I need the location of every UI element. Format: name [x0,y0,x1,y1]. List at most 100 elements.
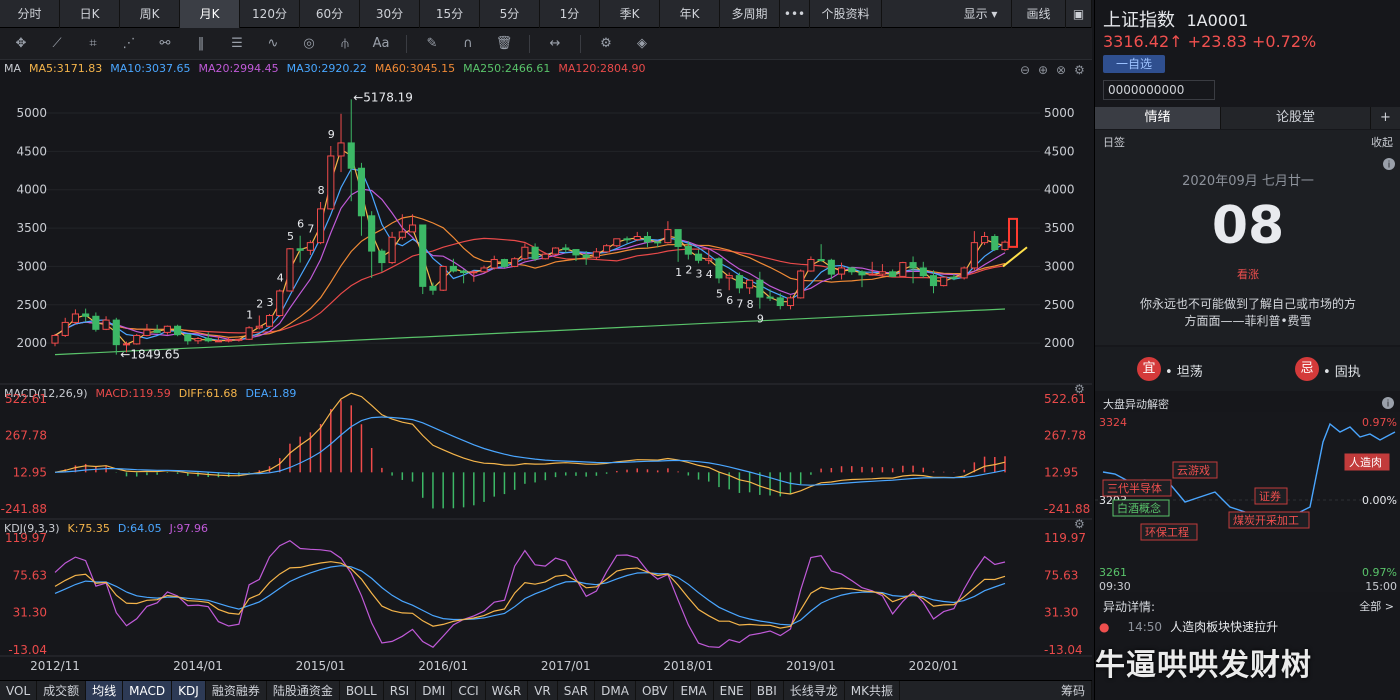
event-row[interactable]: ● 14:50 人造肉板块快速拉升 [1099,618,1278,635]
cycle-icon[interactable]: ◎ [298,33,320,55]
period-tab-1[interactable]: 日K [60,0,120,28]
candle-body [654,241,662,244]
line-tool-icon[interactable]: ⟋ [46,33,68,55]
indicator-tab-15[interactable]: OBV [636,681,675,700]
intraday-mini-chart[interactable]: 3324329332610.97%0.00%0.97%09:3015:00云游戏… [1095,412,1400,592]
period-tab-12[interactable]: 多周期 [720,0,780,28]
indicator-tab-17[interactable]: ENE [714,681,751,700]
candle-body [92,315,100,330]
indicator-tab-9[interactable]: DMI [416,681,453,700]
td-down-label: 5 [716,287,723,300]
price-tick-right: 2500 [1044,298,1075,312]
stock-price: 3316.42 [1103,32,1170,51]
vertical-lines-icon[interactable]: ‖ [190,33,212,55]
td-down-label: 8 [747,298,754,311]
view-all-link[interactable]: 全部 > [1359,598,1394,614]
tab-add-icon[interactable]: + [1371,107,1400,129]
ma60-line [54,215,1006,339]
indicator-tab-3[interactable]: MACD [123,681,173,700]
candle-body [848,267,856,273]
indicator-tab-16[interactable]: EMA [674,681,714,700]
period-tab-13[interactable]: ••• [780,0,810,28]
indicator-tab-12[interactable]: VR [528,681,558,700]
signal-marker [1008,217,1018,248]
info-icon[interactable]: i [1383,158,1395,170]
indicator-tab-13[interactable]: SAR [558,681,596,700]
candle-body [378,250,386,264]
candle-body [235,338,243,341]
pen-icon[interactable]: ✎ [421,33,443,55]
collapse-button[interactable]: 收起 [1371,134,1393,150]
fan-line-icon[interactable]: ⋰ [118,33,140,55]
resize-icon[interactable]: ↔ [544,33,566,55]
tab-qingxu[interactable]: 情绪 [1095,107,1221,129]
x-tick-label: 2016/01 [418,659,468,673]
code-input[interactable]: 0000000000 [1103,80,1215,100]
stock-price-row: 3316.42↑ +23.83 +0.72% [1103,32,1316,51]
move-cross-icon[interactable]: ✥ [10,33,32,55]
candle-body [551,247,560,255]
candle-body [684,245,692,255]
candle-body [531,246,539,260]
indicator-tab-14[interactable]: DMA [595,681,636,700]
period-tab-11[interactable]: 年K [660,0,720,28]
yi-text: • 坦荡 [1165,365,1203,380]
period-tab-5[interactable]: 60分 [300,0,360,28]
panel-toggle-icon[interactable]: ▣ [1066,0,1092,28]
period-tab-2[interactable]: 周K [120,0,180,28]
indicator-tab-19[interactable]: 长线寻龙 [784,681,845,700]
text-icon[interactable]: Aa [370,33,392,55]
indicator-tab-20[interactable]: MK共振 [845,681,901,700]
period-tab-9[interactable]: 1分 [540,0,600,28]
period-tab-7[interactable]: 15分 [420,0,480,28]
wave-icon[interactable]: ∿ [262,33,284,55]
indicator-tab-1[interactable]: 成交额 [37,681,87,700]
layers-icon[interactable]: ◈ [631,33,653,55]
indicator-tab-8[interactable]: RSI [384,681,417,700]
candle-body [562,247,570,251]
period-tab-3[interactable]: 月K [180,0,240,28]
app-window: 分时 日K 周K 月K 120分 60分 30分 15分 5分 1分 季K 年K 多周期 ••• 个股资料 显… [0,0,1400,700]
tab-lungutang[interactable]: 论股堂 [1221,107,1371,129]
period-tab-4[interactable]: 120分 [240,0,300,28]
period-tab-14[interactable]: 个股资料 [810,0,882,28]
candle-body [929,275,938,287]
pattern-icon[interactable]: ⚯ [154,33,176,55]
indicator-tab-5[interactable]: 融资融券 [206,681,267,700]
candle-body [797,270,805,299]
settings-icon[interactable]: ⚙ [595,33,617,55]
indicator-tab-6[interactable]: 陆股通资金 [267,681,340,700]
period-tab-6[interactable]: 30分 [360,0,420,28]
indicator-tab-21[interactable]: 筹码 [1055,681,1092,700]
indicator-tab-7[interactable]: BOLL [340,681,384,700]
d-line [54,565,1006,626]
candle-body [878,271,886,275]
text-list-icon[interactable]: ☰ [226,33,248,55]
indicator-tab-4[interactable]: KDJ [172,681,206,700]
indicator-tab-10[interactable]: CCI [452,681,486,700]
period-tab-10[interactable]: 季K [600,0,660,28]
kline-chart[interactable]: 5000 5000 4500 4500 4000 4000 3500 3500 3000 3000… [0,60,1092,680]
add-watchlist-button[interactable]: 一自选 [1103,55,1165,73]
period-tab-8[interactable]: 5分 [480,0,540,28]
indicator-tab-11[interactable]: W&R [486,681,529,700]
display-button[interactable]: 显示 ▾ [950,0,1012,28]
candle-body [122,343,131,346]
candle-body [715,258,723,279]
period-tab-0[interactable]: 分时 [0,0,60,28]
price-tick-right: 5000 [1044,106,1075,120]
draw-line-button[interactable]: 画线 [1012,0,1066,28]
indicator-tab-0[interactable]: VOL [0,681,38,700]
candle-body [500,259,509,267]
trash-icon[interactable]: 🗑 [493,33,515,55]
info-icon[interactable]: i [1382,397,1394,409]
candle-body [817,259,825,262]
drawing-toolbar: ✥ ⟋ ⌗ ⋰ ⚯ ‖ ☰ ∿ ◎ ⫛ Aa ✎ ∩ 🗑 ↔ ⚙ ◈ [0,28,1092,60]
magnet-icon[interactable]: ∩ [457,33,479,55]
ma20-line [54,188,1006,341]
candle-body [133,334,141,345]
indicator-tab-2[interactable]: 均线 [86,681,124,700]
fork-icon[interactable]: ⫛ [334,33,356,55]
indicator-tab-18[interactable]: BBI [751,681,784,700]
crop-icon[interactable]: ⌗ [82,33,104,55]
